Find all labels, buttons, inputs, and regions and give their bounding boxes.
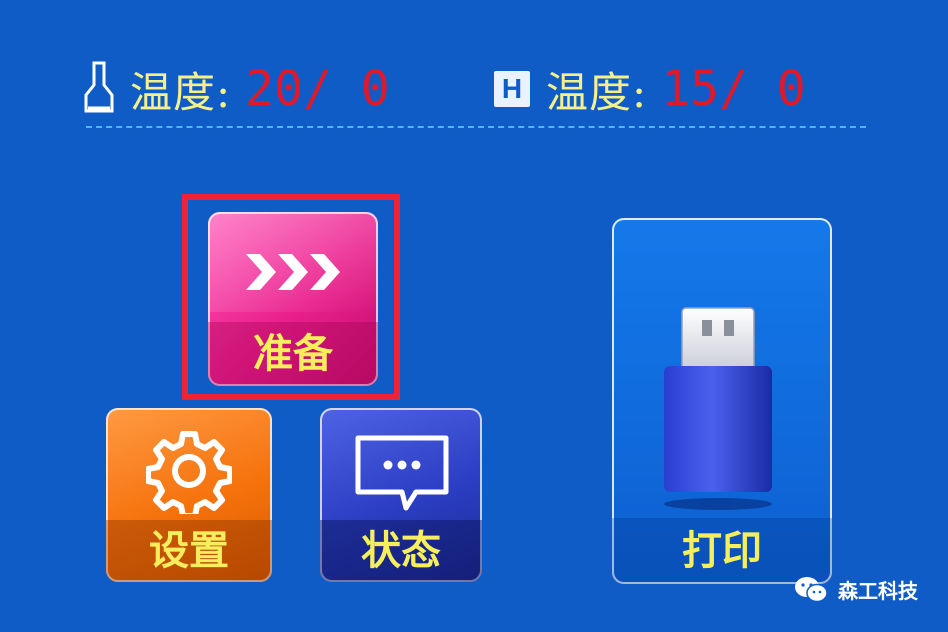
- divider: [86, 126, 866, 128]
- prepare-label: 准备: [208, 322, 378, 386]
- status-label: 状态: [320, 520, 482, 582]
- bed-temperature: H 温度: 15/ 0: [494, 54, 806, 124]
- heated-bed-icon: H: [494, 71, 530, 107]
- nozzle-icon: [84, 61, 114, 113]
- watermark-text: 森工科技: [838, 579, 918, 603]
- bed-temp-value: 15/ 0: [661, 61, 806, 117]
- prepare-button[interactable]: 准备: [208, 212, 378, 386]
- temperature-status-bar: 温度: 20/ 0 H 温度: 15/ 0: [82, 54, 872, 124]
- message-bubble-icon: [355, 435, 449, 511]
- wechat-icon: [795, 576, 828, 602]
- settings-label: 设置: [106, 520, 272, 582]
- gear-icon: [146, 431, 232, 514]
- triple-chevron-icon: [246, 254, 340, 290]
- status-button[interactable]: 状态: [320, 408, 482, 582]
- watermark: 森工科技: [794, 575, 918, 604]
- nozzle-temp-label: 温度:: [130, 67, 232, 117]
- usb-drive-icon: [664, 307, 772, 510]
- nozzle-temp-value: 20/ 0: [245, 61, 390, 117]
- settings-button[interactable]: 设置: [106, 408, 272, 582]
- print-button[interactable]: 打印: [612, 218, 832, 584]
- bed-temp-label: 温度:: [546, 67, 648, 117]
- nozzle-temperature: 温度: 20/ 0: [82, 54, 390, 124]
